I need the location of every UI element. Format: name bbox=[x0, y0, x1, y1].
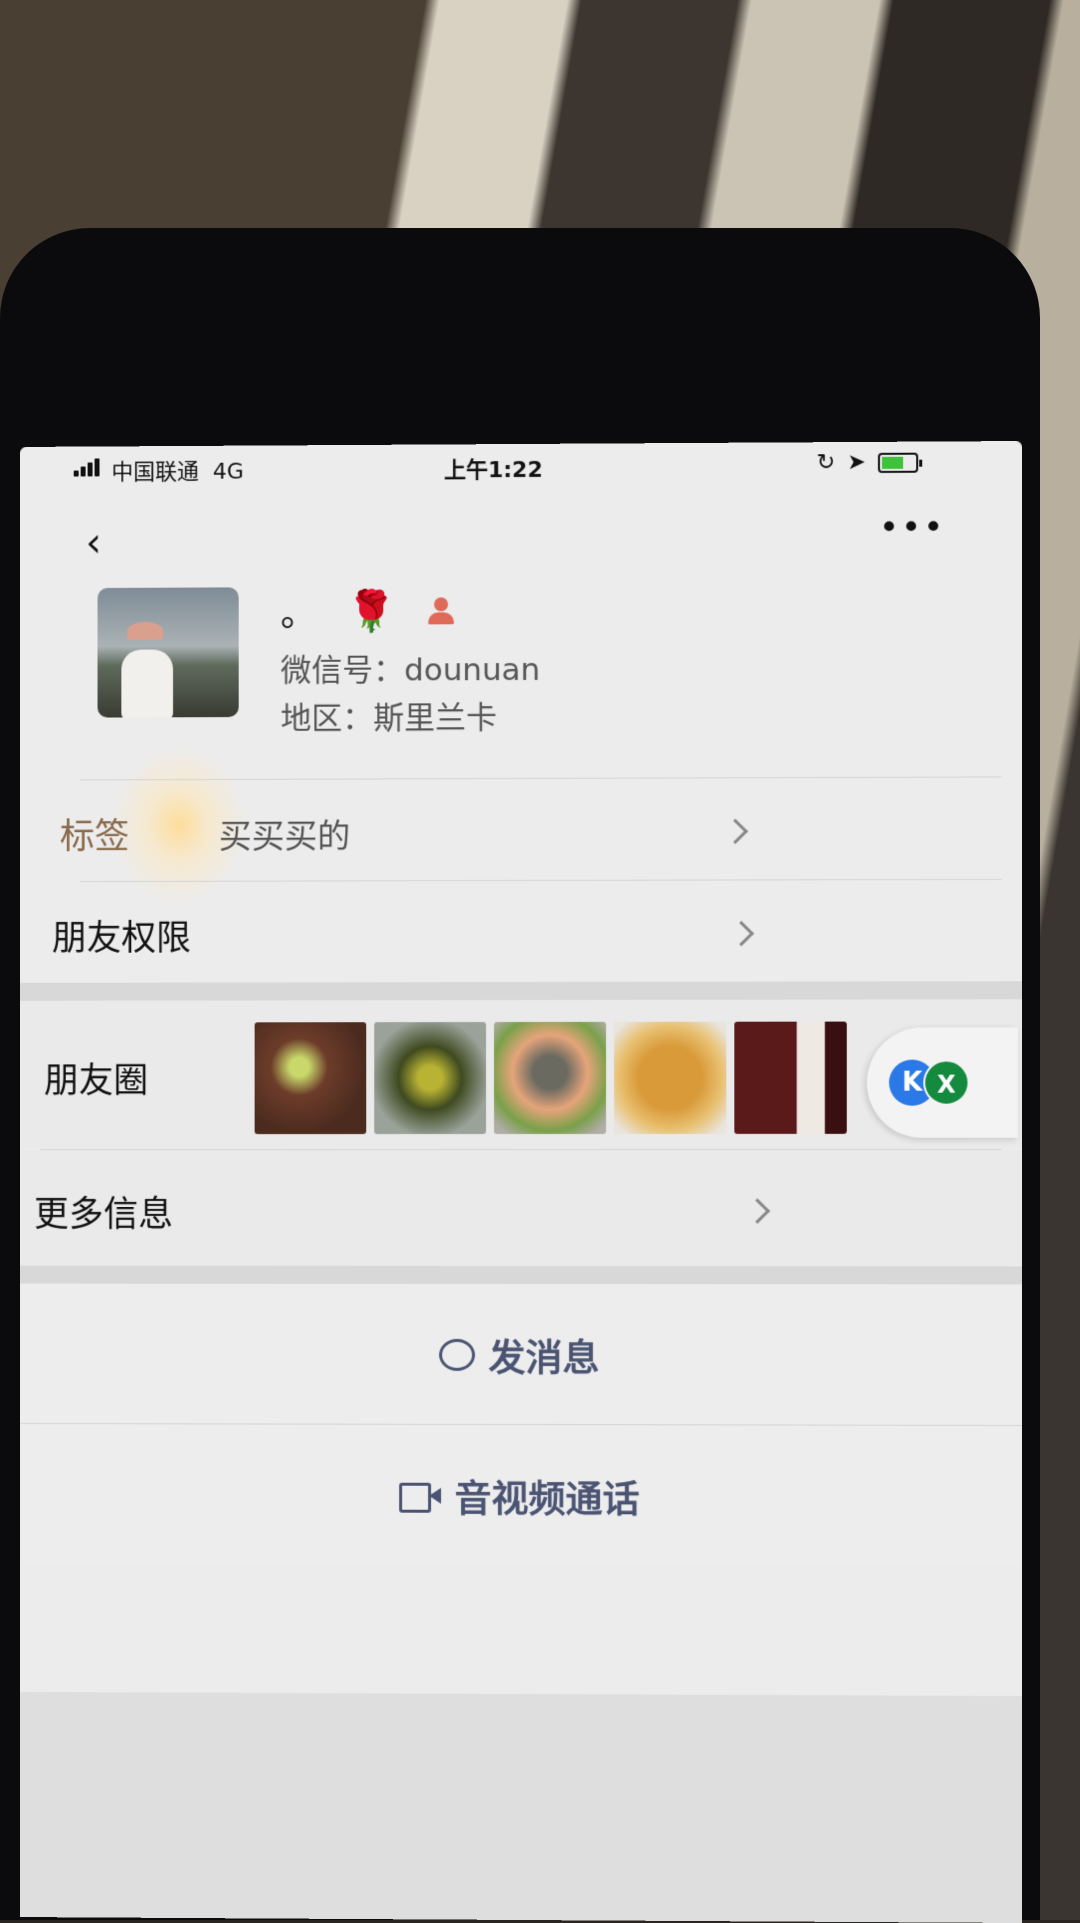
wechat-id: 微信号：dounuan bbox=[281, 644, 541, 690]
orientation-lock-icon: ↻ bbox=[817, 450, 836, 475]
send-message-button[interactable]: 发消息 bbox=[20, 1284, 1022, 1425]
moment-thumbnail[interactable] bbox=[734, 1022, 846, 1134]
location-icon: ➤ bbox=[847, 450, 866, 475]
x-app-icon: X bbox=[923, 1060, 969, 1106]
signal-icon bbox=[74, 458, 104, 476]
moments-label: 朋友圈 bbox=[44, 1052, 148, 1103]
carrier-label: 中国联通 4G bbox=[111, 454, 243, 487]
section-gap bbox=[20, 1266, 1022, 1285]
status-icons: ↻ ➤ bbox=[817, 450, 918, 476]
phone-screen: 中国联通 4G 上午1:22 ↻ ➤ ‹ ••• 。 🌹 微信号：dounuan… bbox=[20, 441, 1022, 1923]
floating-app-bubble[interactable]: K X bbox=[867, 1027, 1018, 1137]
tag-label: 标签 bbox=[60, 808, 130, 859]
moments-thumbnails bbox=[255, 1022, 847, 1135]
tag-value: 买买买的 bbox=[219, 810, 350, 858]
battery-icon bbox=[878, 452, 918, 472]
avatar[interactable] bbox=[98, 587, 239, 717]
more-options-button[interactable]: ••• bbox=[879, 508, 946, 548]
moment-thumbnail[interactable] bbox=[614, 1022, 726, 1134]
region: 地区：斯里兰卡 bbox=[281, 692, 497, 738]
video-call-button[interactable]: 音视频通话 bbox=[20, 1424, 1022, 1567]
empty-area bbox=[20, 1692, 1022, 1923]
back-button[interactable]: ‹ bbox=[86, 520, 102, 566]
contact-person-icon[interactable] bbox=[426, 595, 456, 625]
more-info-label: 更多信息 bbox=[34, 1186, 173, 1237]
send-message-label: 发消息 bbox=[489, 1328, 600, 1382]
status-bar: 中国联通 4G 上午1:22 ↻ ➤ bbox=[20, 441, 1022, 489]
chevron-right-icon bbox=[745, 1198, 771, 1224]
chevron-right-icon bbox=[729, 921, 755, 947]
moment-thumbnail[interactable] bbox=[374, 1022, 486, 1134]
moment-thumbnail[interactable] bbox=[494, 1022, 606, 1134]
nickname: 。 bbox=[281, 585, 317, 637]
status-time: 上午1:22 bbox=[444, 452, 543, 485]
moment-thumbnail[interactable] bbox=[255, 1022, 367, 1134]
video-camera-icon bbox=[399, 1483, 441, 1509]
rose-icon: 🌹 bbox=[346, 587, 396, 634]
nickname-row: 。 🌹 bbox=[281, 584, 456, 637]
chat-bubble-icon bbox=[439, 1339, 475, 1371]
section-gap bbox=[20, 981, 1022, 1001]
moments-row[interactable]: 朋友圈 K X bbox=[20, 999, 1022, 1148]
friend-permissions-label: 朋友权限 bbox=[52, 910, 191, 961]
friend-permissions-row[interactable]: 朋友权限 bbox=[20, 880, 1022, 982]
video-call-label: 音视频通话 bbox=[455, 1469, 640, 1523]
tag-row[interactable]: 标签 买买买的 bbox=[20, 777, 1022, 880]
chevron-right-icon bbox=[723, 819, 749, 845]
more-info-row[interactable]: 更多信息 bbox=[20, 1150, 1022, 1266]
